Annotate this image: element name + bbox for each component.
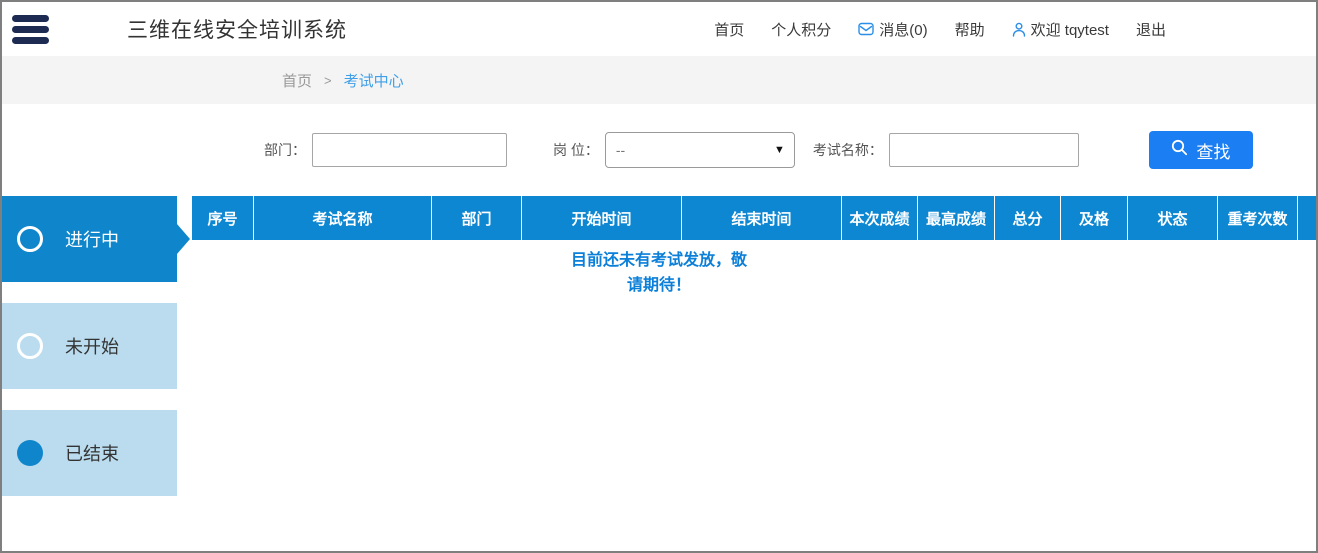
nav-welcome-user[interactable]: 欢迎 tqytest (1012, 19, 1109, 40)
col-index: 序号 (192, 196, 254, 240)
post-label: 岗 位： (553, 140, 599, 160)
filled-circle-icon (17, 440, 43, 466)
col-exam-name: 考试名称 (254, 196, 432, 240)
top-nav: 首页 个人积分 消息(0) 帮助 欢迎 tqytest 退出 (714, 2, 1166, 56)
envelope-icon (858, 22, 874, 36)
col-end-time: 结束时间 (682, 196, 842, 240)
department-input[interactable] (312, 133, 507, 167)
col-status: 状态 (1128, 196, 1218, 240)
nav-home[interactable]: 首页 (714, 19, 744, 40)
table-header-row: 序号 考试名称 部门 开始时间 结束时间 本次成绩 最高成绩 总分 及格 状态 … (192, 196, 1316, 240)
col-pass: 及格 (1061, 196, 1128, 240)
department-label: 部门： (264, 140, 306, 160)
chevron-down-icon: ▼ (774, 144, 785, 156)
post-select[interactable]: -- ▼ (605, 132, 795, 168)
empty-state-message: 目前还未有考试发放，敬 请期待！ (2, 248, 1316, 298)
breadcrumb-separator: > (324, 73, 332, 88)
col-this-score: 本次成绩 (842, 196, 918, 240)
hamburger-menu-icon[interactable] (12, 15, 49, 44)
col-best-score: 最高成绩 (918, 196, 995, 240)
search-button[interactable]: 查找 (1149, 131, 1253, 169)
exam-center-page: { "topbar": { "title": "三维在线安全培训系统", "na… (0, 0, 1318, 553)
nav-messages[interactable]: 消息(0) (858, 19, 927, 40)
exam-name-input[interactable] (889, 133, 1079, 167)
main-area: 进行中 未开始 已结束 序号 考试名称 部门 开始时间 结束时间 本次成绩 最高… (2, 196, 1316, 549)
sidebar-item-finished[interactable]: 已结束 (2, 410, 177, 496)
app-title: 三维在线安全培训系统 (127, 14, 347, 44)
col-department: 部门 (432, 196, 522, 240)
nav-logout[interactable]: 退出 (1136, 19, 1166, 40)
breadcrumb: 首页 > 考试中心 (2, 56, 1316, 104)
col-retake-count: 重考次数 (1218, 196, 1298, 240)
breadcrumb-home[interactable]: 首页 (282, 70, 312, 91)
col-spacer (1298, 196, 1316, 240)
exam-name-label: 考试名称： (813, 140, 883, 160)
search-filter-bar: 部门： 岗 位： -- ▼ 考试名称： 查找 (2, 104, 1316, 196)
post-select-value: -- (616, 142, 625, 158)
col-start-time: 开始时间 (522, 196, 682, 240)
sidebar-item-not-started[interactable]: 未开始 (2, 303, 177, 389)
user-icon (1012, 22, 1026, 37)
col-total-score: 总分 (995, 196, 1061, 240)
search-icon (1171, 139, 1188, 161)
top-bar: 三维在线安全培训系统 首页 个人积分 消息(0) 帮助 欢迎 tqytest 退… (2, 2, 1316, 56)
nav-help[interactable]: 帮助 (955, 19, 985, 40)
breadcrumb-current[interactable]: 考试中心 (344, 70, 404, 91)
ring-icon (17, 333, 43, 359)
nav-personal-points[interactable]: 个人积分 (771, 19, 831, 40)
